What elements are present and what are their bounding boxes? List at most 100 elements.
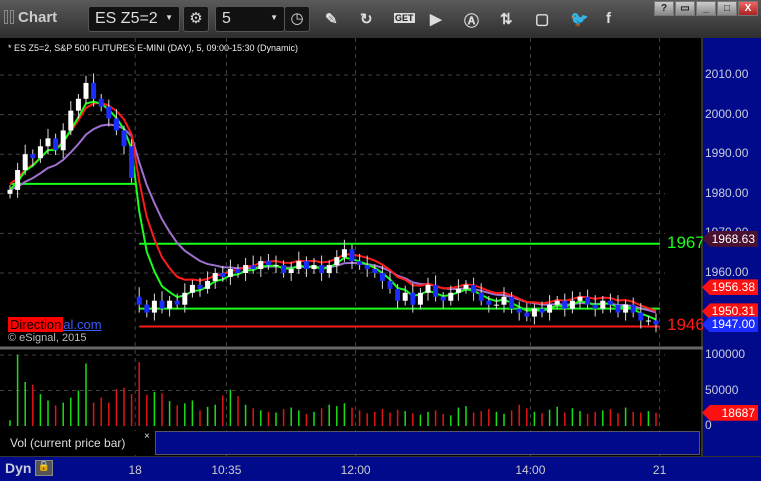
candle-body — [349, 249, 355, 262]
candle-body — [539, 308, 545, 313]
candle-body — [501, 296, 507, 305]
grip-icon[interactable] — [10, 10, 14, 24]
watermark-red: Direction — [8, 317, 64, 332]
symbol-select[interactable]: ES Z5=2 ▼ — [88, 6, 180, 32]
candle-body — [98, 98, 104, 107]
candle-body — [22, 154, 28, 171]
candle-body — [638, 312, 644, 321]
candle-body — [592, 304, 598, 309]
candle-body — [607, 300, 613, 305]
volume-study-label: Vol (current price bar) — [0, 431, 155, 455]
candle-body — [53, 138, 59, 151]
candle-body — [334, 257, 340, 266]
watermark: Direction al.com — [8, 317, 102, 332]
interval-value: 5 — [222, 10, 231, 27]
price-tick-label: 1960.00 — [705, 265, 749, 279]
price-tag: 1956.38 — [702, 279, 758, 296]
candle-body — [471, 284, 477, 293]
candle-body — [83, 82, 89, 99]
candle-body — [212, 273, 218, 281]
candle-body — [630, 304, 636, 313]
candle-body — [440, 296, 446, 301]
candle-body — [524, 312, 530, 317]
time-axis[interactable]: Dyn 🔒 18 10:35 12:00 14:00 21 — [0, 456, 761, 481]
candle-body — [486, 300, 492, 305]
lock-clock-icon[interactable]: 🔒 — [35, 460, 53, 476]
refresh-icon[interactable]: ↻ — [360, 10, 373, 28]
symbol-value: ES Z5=2 — [95, 10, 158, 27]
clock-icon[interactable]: ◷ — [284, 6, 310, 32]
alert-icon[interactable]: Ⓐ — [464, 10, 479, 31]
candle-body — [91, 82, 97, 99]
chevron-down-icon: ▼ — [270, 13, 278, 22]
price-tag: 1947.00 — [702, 316, 758, 333]
candle-body — [30, 154, 36, 159]
get-icon[interactable]: GET — [394, 13, 415, 23]
candle-body — [220, 273, 226, 277]
candle-body — [653, 320, 659, 325]
candle-body — [554, 300, 560, 305]
minimize-button[interactable]: _ — [696, 1, 716, 16]
candle-body — [174, 300, 180, 305]
twitter-icon[interactable]: 🐦 — [570, 10, 589, 28]
volume-tick-label: 100000 — [705, 347, 746, 361]
candle-body — [45, 138, 51, 147]
close-study-button[interactable]: × — [144, 431, 150, 442]
candle-body — [265, 261, 271, 266]
close-button[interactable]: X — [738, 1, 758, 16]
play-icon[interactable]: ▶ — [430, 10, 442, 28]
pencil-icon[interactable]: ✎ — [325, 10, 338, 28]
chevron-down-icon: ▼ — [165, 13, 173, 22]
window-title: Chart — [18, 9, 58, 26]
candle-body — [395, 288, 401, 301]
candle-body — [326, 265, 332, 273]
candle-body — [167, 300, 173, 309]
candle-body — [227, 269, 233, 277]
moving-average-line — [9, 100, 657, 321]
candle-body — [562, 300, 568, 309]
candle-body — [144, 304, 150, 313]
candle-body — [387, 280, 393, 289]
price-chart[interactable] — [0, 38, 703, 456]
candle-body — [243, 265, 249, 273]
candle-body — [258, 261, 264, 270]
price-tick-label: 2000.00 — [705, 106, 749, 121]
candle-body — [569, 300, 575, 309]
candle-body — [296, 261, 302, 270]
candle-body — [205, 280, 211, 289]
price-tag: 1968.63 — [702, 230, 758, 247]
price-tick-label: 1980.00 — [705, 185, 749, 200]
moving-average-line — [9, 101, 657, 313]
candle-body — [448, 292, 454, 301]
candle-body — [197, 284, 203, 289]
link-icon[interactable]: ⇅ — [500, 10, 513, 28]
help-button[interactable]: ? — [654, 1, 674, 16]
candle-body — [7, 189, 13, 194]
time-tick-label: 21 — [652, 463, 667, 477]
price-tick-label: 1990.00 — [705, 146, 749, 161]
candle-body — [425, 284, 431, 293]
grip-icon[interactable] — [4, 10, 8, 24]
settings-icon[interactable]: ⚙ — [183, 6, 209, 32]
candle-body — [288, 269, 294, 273]
candle-body — [136, 296, 142, 305]
candle-body — [341, 249, 347, 258]
candle-body — [250, 265, 256, 270]
candle-body — [15, 170, 21, 190]
candle-body — [585, 296, 591, 305]
restore-button[interactable]: ▭ — [675, 1, 695, 16]
facebook-icon[interactable]: f — [606, 10, 611, 27]
chat-icon[interactable]: ▢ — [535, 10, 549, 28]
candle-body — [372, 269, 378, 273]
candle-body — [478, 292, 484, 301]
candle-body — [319, 265, 325, 273]
candle-body — [364, 265, 370, 270]
interval-select[interactable]: 5 ▼ — [215, 6, 285, 32]
candle-body — [129, 146, 135, 178]
moving-average-line — [9, 123, 657, 314]
maximize-button[interactable]: □ — [717, 1, 737, 16]
candle-body — [121, 130, 127, 147]
candle-body — [493, 304, 499, 306]
time-tick-label: 10:35 — [211, 463, 242, 477]
candle-body — [189, 284, 195, 293]
